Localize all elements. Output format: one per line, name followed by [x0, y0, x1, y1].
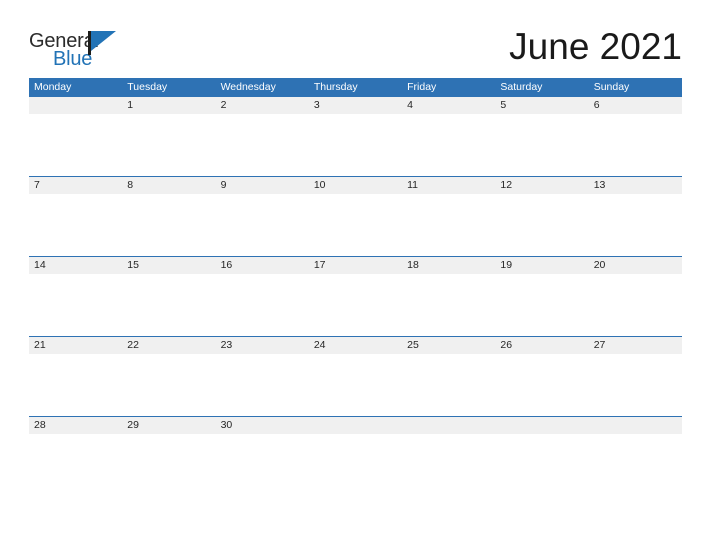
week-note-area[interactable]	[29, 194, 682, 257]
triangle-flag-icon	[88, 31, 116, 55]
day-cell[interactable]: 7	[29, 177, 122, 194]
weekday-header-tuesday: Tuesday	[127, 81, 168, 93]
day-cell[interactable]: 26	[495, 337, 588, 354]
week-date-band: 21 22 23 24 25 26 27	[29, 337, 682, 354]
week-date-band: 7 8 9 10 11 12 13	[29, 177, 682, 194]
day-cell[interactable]: 27	[589, 337, 682, 354]
day-cell[interactable]: 6	[589, 97, 682, 114]
day-cell[interactable]	[29, 97, 122, 114]
day-cell[interactable]: 13	[589, 177, 682, 194]
day-cell[interactable]: 28	[29, 417, 122, 434]
day-cell[interactable]: 29	[122, 417, 215, 434]
day-cell[interactable]: 5	[495, 97, 588, 114]
weekday-header-monday: Monday	[34, 81, 72, 93]
day-cell[interactable]: 16	[216, 257, 309, 274]
week-date-band: 14 15 16 17 18 19 20	[29, 257, 682, 274]
day-cell[interactable]: 23	[216, 337, 309, 354]
day-cell[interactable]: 2	[216, 97, 309, 114]
day-cell[interactable]: 1	[122, 97, 215, 114]
day-cell[interactable]	[309, 417, 402, 434]
logo-mark-triangle	[91, 31, 116, 51]
day-cell[interactable]: 19	[495, 257, 588, 274]
day-cell[interactable]: 20	[589, 257, 682, 274]
day-cell[interactable]: 25	[402, 337, 495, 354]
week-note-area[interactable]	[29, 114, 682, 177]
day-cell[interactable]: 8	[122, 177, 215, 194]
day-cell[interactable]: 15	[122, 257, 215, 274]
calendar-week-row: 7 8 9 10 11 12 13	[29, 176, 682, 257]
day-cell[interactable]: 30	[216, 417, 309, 434]
day-cell[interactable]: 18	[402, 257, 495, 274]
brand-logo[interactable]: General Blue	[29, 31, 129, 71]
calendar-week-row: 14 15 16 17 18 19 20	[29, 256, 682, 337]
day-cell[interactable]: 10	[309, 177, 402, 194]
weekday-header-saturday: Saturday	[500, 81, 543, 93]
calendar-week-row: 1 2 3 4 5 6	[29, 96, 682, 177]
day-cell[interactable]: 24	[309, 337, 402, 354]
page-header: General Blue June 2021	[0, 0, 712, 78]
brand-name-blue: Blue	[53, 48, 93, 70]
calendar-grid: Monday Tuesday Wednesday Thursday Friday…	[29, 78, 682, 497]
week-note-area[interactable]	[29, 274, 682, 337]
week-note-area[interactable]	[29, 434, 682, 497]
weekday-header-wednesday: Wednesday	[220, 81, 276, 93]
day-cell[interactable]: 3	[309, 97, 402, 114]
day-cell[interactable]: 14	[29, 257, 122, 274]
calendar-week-row: 21 22 23 24 25 26 27	[29, 336, 682, 417]
week-date-band: 1 2 3 4 5 6	[29, 97, 682, 114]
weekday-header-sunday: Sunday	[593, 81, 630, 93]
day-cell[interactable]: 17	[309, 257, 402, 274]
day-cell[interactable]: 11	[402, 177, 495, 194]
day-cell[interactable]: 4	[402, 97, 495, 114]
day-cell[interactable]	[402, 417, 495, 434]
day-cell[interactable]: 21	[29, 337, 122, 354]
weekday-header-row: Monday Tuesday Wednesday Thursday Friday…	[29, 78, 682, 96]
calendar-week-row: 28 29 30	[29, 416, 682, 497]
day-cell[interactable]	[495, 417, 588, 434]
week-date-band: 28 29 30	[29, 417, 682, 434]
weekday-header-friday: Friday	[407, 81, 437, 93]
day-cell[interactable]: 22	[122, 337, 215, 354]
day-cell[interactable]: 9	[216, 177, 309, 194]
day-cell[interactable]	[589, 417, 682, 434]
page-title: June 2021	[509, 26, 682, 67]
day-cell[interactable]: 12	[495, 177, 588, 194]
weekday-header-thursday: Thursday	[313, 81, 358, 93]
week-note-area[interactable]	[29, 354, 682, 417]
